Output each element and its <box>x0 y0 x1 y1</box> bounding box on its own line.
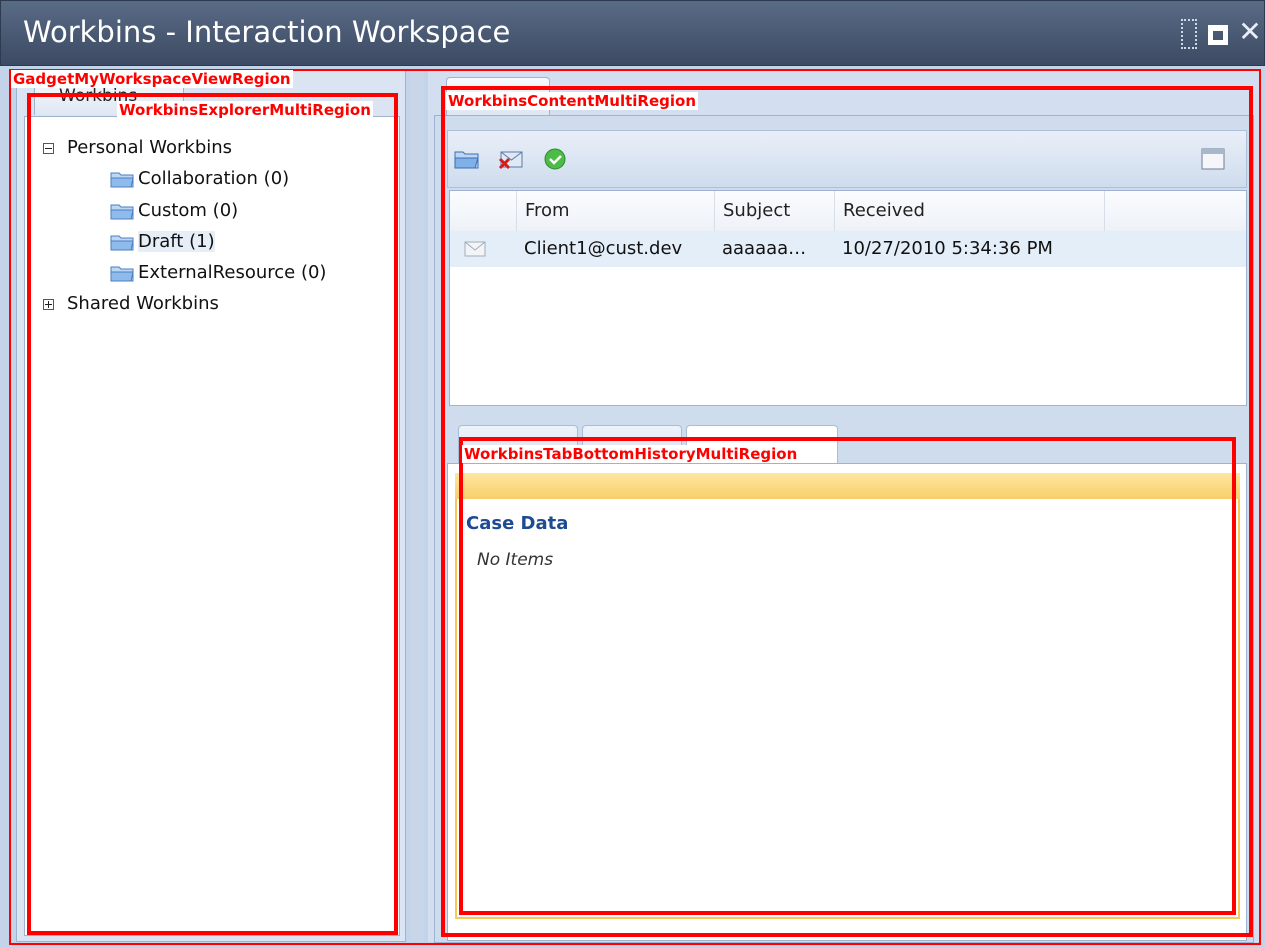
delete-email-icon[interactable] <box>498 147 524 171</box>
cell-from: Client1@cust.dev <box>524 238 683 259</box>
grid-header: From Subject Received <box>450 191 1246 232</box>
panel-layout-icon[interactable] <box>1200 147 1226 171</box>
region-label-explorer: WorkbinsExplorerMultiRegion <box>117 101 373 119</box>
folder-icon <box>110 204 134 220</box>
cell-subject: aaaaaa… <box>722 238 807 259</box>
case-data-area <box>455 499 1240 919</box>
folder-icon <box>110 172 134 188</box>
workbin-toolbar <box>447 130 1247 188</box>
tree-node-custom[interactable]: Custom (0) <box>110 200 238 221</box>
tree-node-label: Personal Workbins <box>67 137 233 158</box>
no-items-text: No Items <box>477 550 554 570</box>
column-header-received[interactable]: Received <box>834 191 1104 231</box>
tree-node-label: Custom (0) <box>138 200 239 221</box>
region-label-content: WorkbinsContentMultiRegion <box>446 92 699 110</box>
table-row[interactable]: Client1@cust.dev aaaaaa… 10/27/2010 5:34… <box>450 231 1246 267</box>
tree-node-shared-workbins[interactable]: Shared Workbins <box>43 293 219 314</box>
workbins-tree: Personal Workbins Collaboration (0) Cust… <box>24 116 400 936</box>
tree-node-label: Collaboration (0) <box>138 168 290 189</box>
tree-node-draft[interactable]: Draft (1) <box>110 231 215 252</box>
maximize-icon[interactable] <box>1208 25 1228 45</box>
close-icon[interactable]: ✕ <box>1237 17 1263 47</box>
email-icon <box>464 241 486 257</box>
application-window: Workbins - Interaction Workspace ✕ Workb… <box>0 0 1265 948</box>
tree-node-label: Shared Workbins <box>67 293 219 314</box>
tree-node-personal-workbins[interactable]: Personal Workbins <box>43 137 232 158</box>
window-title: Workbins - Interaction Workspace <box>23 15 511 49</box>
tree-node-collaboration[interactable]: Collaboration (0) <box>110 168 289 189</box>
mark-done-icon[interactable] <box>542 147 568 171</box>
folder-icon <box>110 266 134 282</box>
region-label-gadget: GadgetMyWorkspaceViewRegion <box>11 70 293 88</box>
workbin-items-grid: From Subject Received Client1@cust.dev a… <box>449 190 1247 406</box>
title-bar[interactable]: Workbins - Interaction Workspace ✕ <box>0 0 1265 66</box>
column-header-empty <box>1104 191 1246 231</box>
case-data-title: Case Data <box>466 513 569 534</box>
cell-received: 10/27/2010 5:34:36 PM <box>842 238 1053 259</box>
column-header-from[interactable]: From <box>516 191 714 231</box>
column-header-subject[interactable]: Subject <box>714 191 834 231</box>
tree-node-label: ExternalResource (0) <box>138 262 327 283</box>
expand-icon[interactable] <box>43 298 54 310</box>
info-bar <box>455 473 1240 499</box>
tree-node-label: Draft (1) <box>138 231 215 252</box>
region-label-history: WorkbinsTabBottomHistoryMultiRegion <box>462 445 800 463</box>
open-folder-icon[interactable] <box>454 147 480 171</box>
folder-icon <box>110 235 134 251</box>
restore-icon[interactable] <box>1181 19 1197 49</box>
tree-node-externalresource[interactable]: ExternalResource (0) <box>110 262 326 283</box>
collapse-icon[interactable] <box>43 142 54 154</box>
panel-splitter[interactable] <box>410 70 424 942</box>
